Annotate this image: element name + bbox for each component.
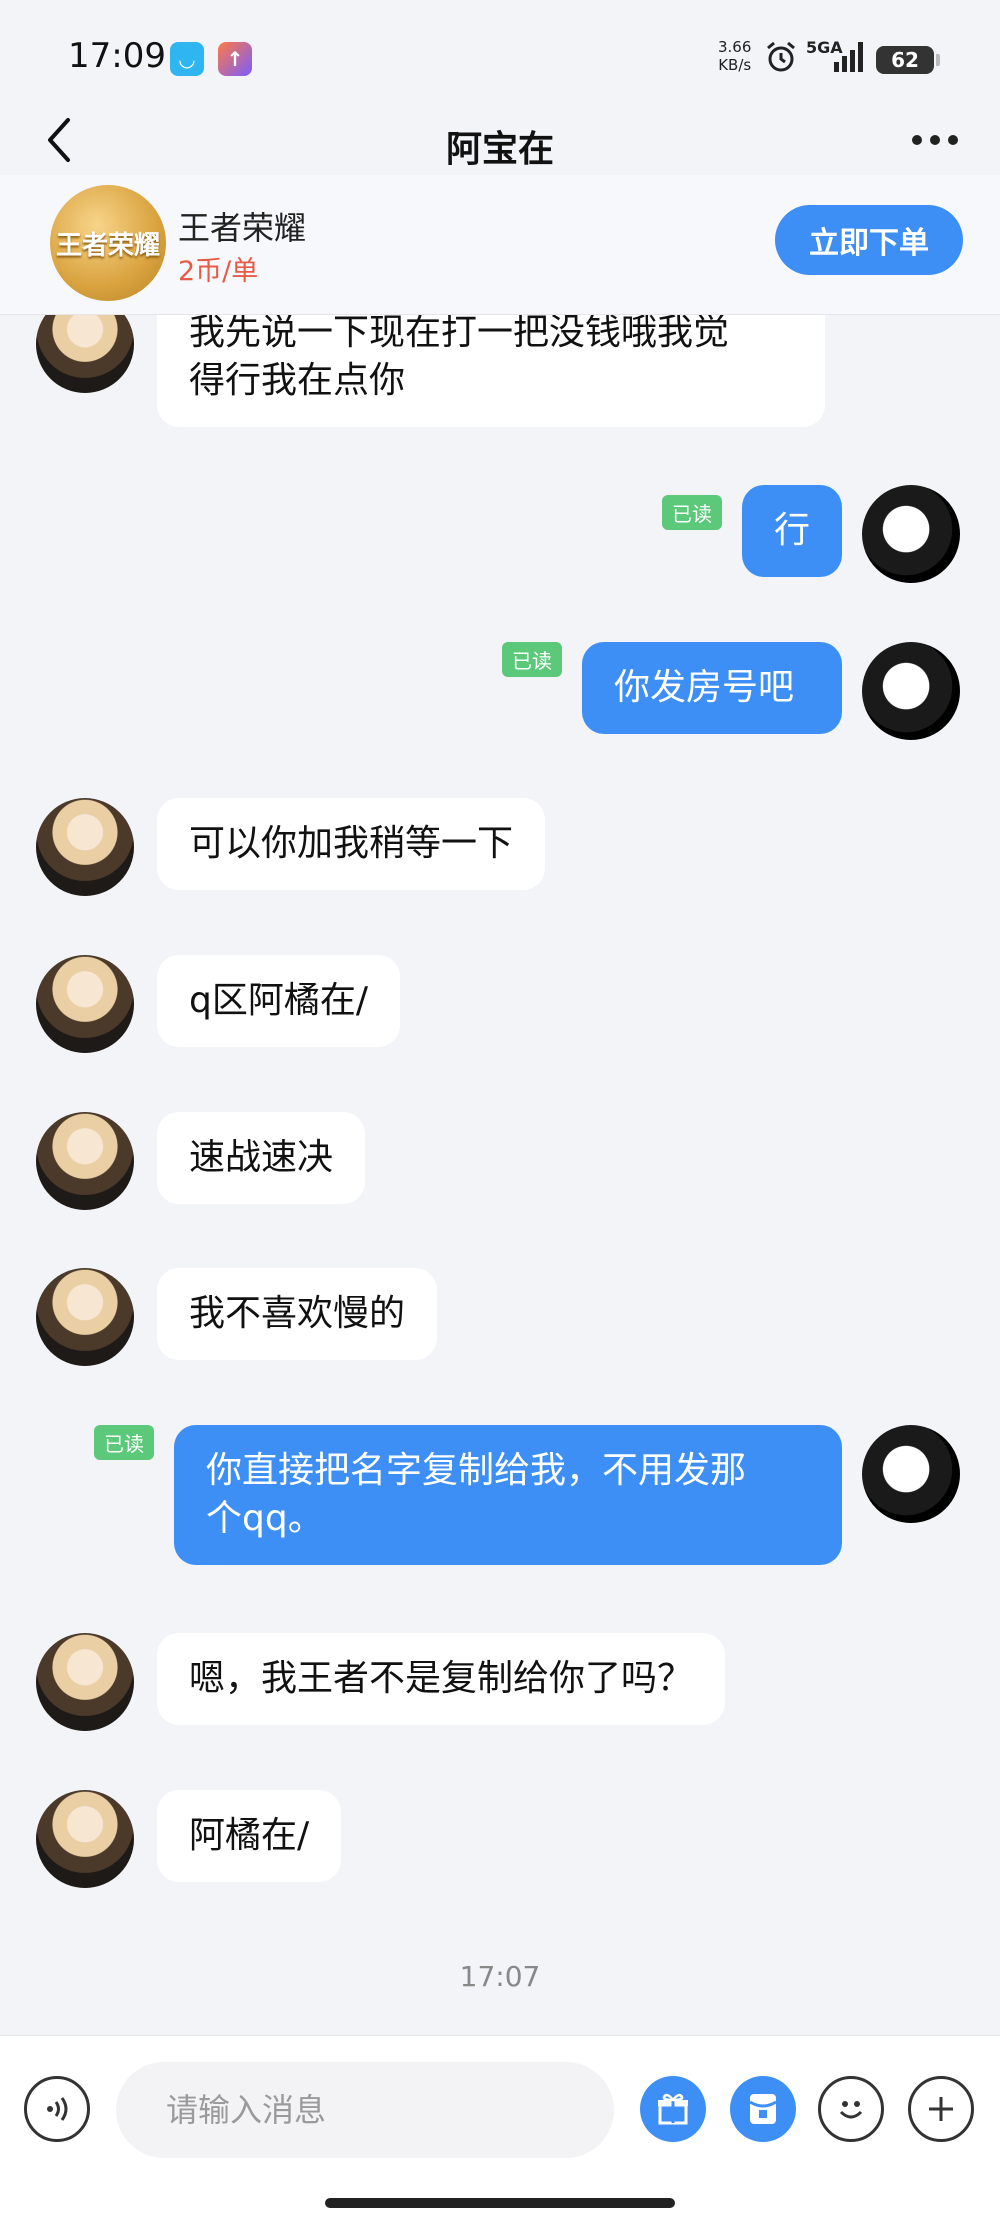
message-bubble[interactable]: 速战速决	[157, 1112, 366, 1204]
signal-icon	[834, 42, 863, 72]
more-button[interactable]	[900, 110, 970, 170]
voice-button[interactable]	[24, 2076, 90, 2142]
page-title: 阿宝在	[445, 129, 554, 170]
message-bubble[interactable]: 你直接把名字复制给我，不用发那 个qq。	[174, 1425, 842, 1565]
contact-avatar[interactable]	[36, 955, 134, 1053]
contact-avatar[interactable]	[36, 1633, 134, 1731]
status-time: 17:09	[68, 36, 166, 76]
message-text: 得行我在点你	[189, 360, 406, 401]
emoji-icon	[839, 2101, 863, 2119]
net-speed: 3.66 KB/s	[718, 38, 751, 74]
more-dot	[948, 135, 958, 145]
product-price: 2币/单	[178, 256, 259, 287]
order-now-button[interactable]: 立即下单	[775, 205, 963, 275]
message-bubble[interactable]: 阿橘在/	[157, 1790, 342, 1882]
more-actions-button[interactable]	[908, 2076, 974, 2142]
status-bar: 17:09 ◡ ↑ 3.66 KB/s 5GA 62	[0, 0, 1000, 90]
notification-upload-icon: ↑	[218, 42, 252, 76]
message-text: 我先说一下现在打一把没钱哦我觉	[189, 315, 730, 353]
gift-button[interactable]	[640, 2076, 706, 2142]
read-status-badge: 已读	[94, 1425, 154, 1460]
notification-app-icon: ◡	[170, 42, 204, 76]
message-timestamp: 17:07	[459, 1960, 541, 1993]
message-bubble[interactable]: 你发房号吧	[582, 642, 842, 734]
product-name: 王者荣耀	[178, 209, 307, 247]
more-dots-icon	[912, 135, 922, 145]
emoji-button[interactable]	[818, 2076, 884, 2142]
chat-area[interactable]: 我先说一下现在打一把没钱哦我觉 得行我在点你 已读 行 已读 你发房号吧 可以你…	[0, 315, 1000, 2035]
game-logo-text: 王者荣耀	[55, 230, 160, 261]
message-input[interactable]	[116, 2062, 614, 2158]
gift-icon	[658, 2093, 688, 2125]
home-indicator[interactable]	[325, 2198, 675, 2208]
read-status-badge: 已读	[502, 642, 562, 677]
my-avatar[interactable]	[862, 642, 960, 740]
contact-avatar[interactable]	[36, 798, 134, 896]
product-card[interactable]: 王者荣耀 王者荣耀 2币/单 立即下单	[0, 175, 1000, 315]
contact-avatar[interactable]	[36, 1268, 134, 1366]
message-bubble[interactable]: 行	[742, 485, 842, 577]
message-text: 个qq。	[206, 1498, 324, 1539]
battery-indicator: 62	[876, 46, 940, 74]
message-bubble[interactable]: q区阿橘在/	[157, 955, 400, 1047]
contact-avatar[interactable]	[36, 1790, 134, 1888]
my-avatar[interactable]	[862, 485, 960, 583]
my-avatar[interactable]	[862, 1425, 960, 1523]
net-speed-unit: KB/s	[718, 56, 752, 74]
game-logo: 王者荣耀	[50, 185, 166, 301]
message-bubble[interactable]: 我先说一下现在打一把没钱哦我觉 得行我在点你	[157, 315, 825, 427]
red-packet-button[interactable]	[730, 2076, 796, 2142]
read-status-badge: 已读	[662, 495, 722, 530]
message-bubble[interactable]: 我不喜欢慢的	[157, 1268, 438, 1360]
plus-icon	[929, 2097, 953, 2121]
more-dot	[930, 135, 940, 145]
message-text: 你直接把名字复制给我，不用发那	[206, 1450, 747, 1491]
net-speed-value: 3.66	[718, 38, 752, 56]
contact-avatar[interactable]	[36, 1112, 134, 1210]
message-bubble[interactable]: 嗯，我王者不是复制给你了吗？	[157, 1633, 726, 1725]
input-bar	[0, 2035, 1000, 2225]
contact-avatar[interactable]	[36, 315, 134, 393]
voice-icon	[47, 2097, 68, 2121]
alarm-icon	[767, 41, 795, 72]
red-packet-icon	[749, 2094, 777, 2124]
message-bubble[interactable]: 可以你加我稍等一下	[157, 798, 546, 890]
